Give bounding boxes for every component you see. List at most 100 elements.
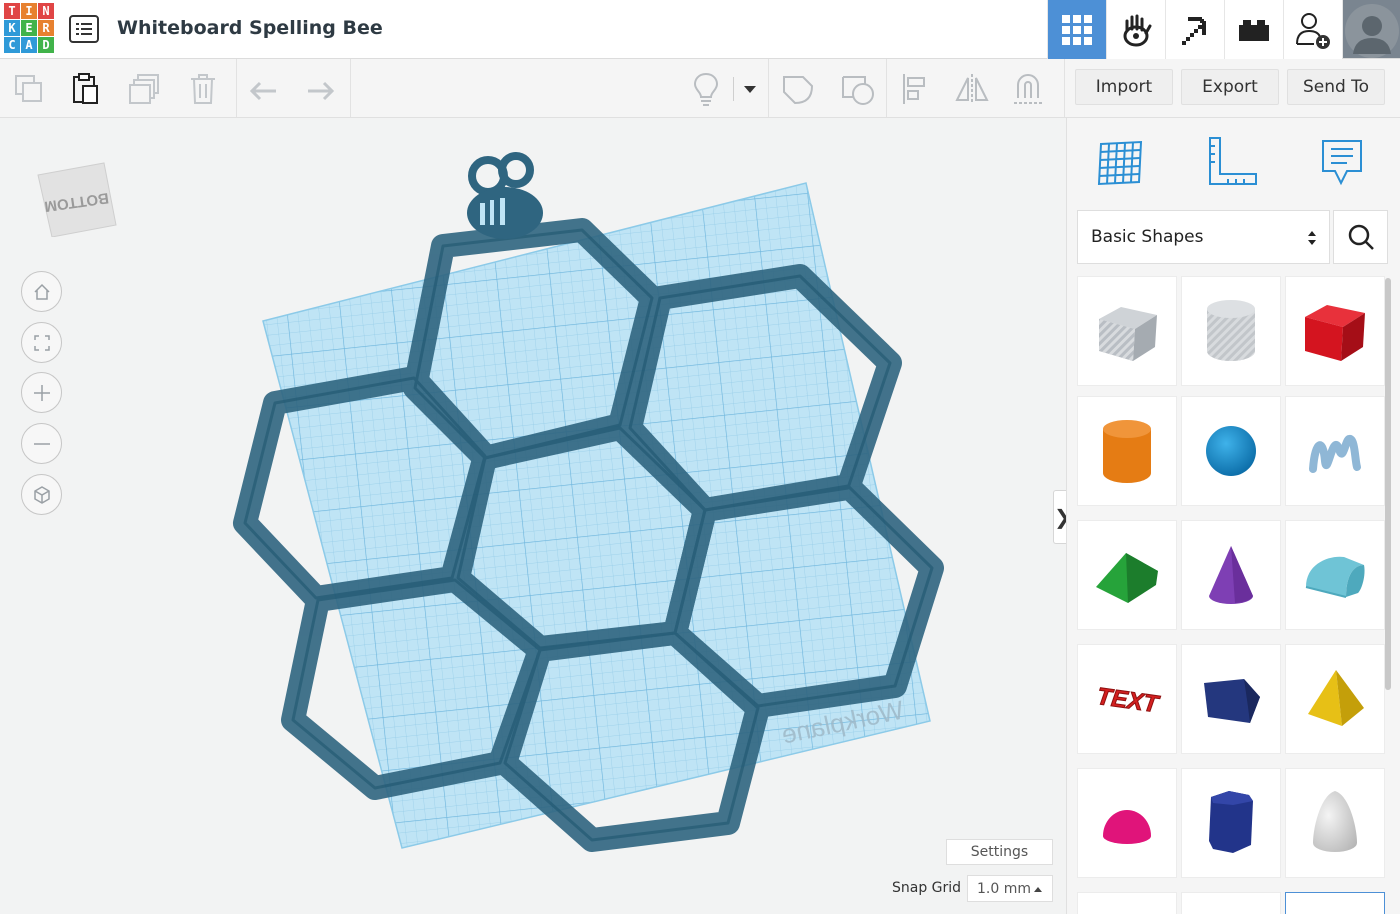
edit-toolbar: Import Export Send To bbox=[0, 59, 1400, 118]
trash-icon bbox=[191, 74, 215, 104]
shape-polygon[interactable] bbox=[1181, 644, 1281, 754]
settings-button[interactable]: Settings bbox=[946, 839, 1053, 865]
shape-sphere[interactable] bbox=[1181, 396, 1281, 506]
shapes-panel: Basic Shapes TEXT bbox=[1066, 118, 1400, 914]
round-roof-icon bbox=[1305, 556, 1365, 598]
duplicate-icon bbox=[129, 74, 159, 104]
shape-hexagonal-prism[interactable] bbox=[1181, 768, 1281, 878]
minecraft-button[interactable] bbox=[1165, 0, 1224, 59]
shape-half-sphere[interactable] bbox=[1077, 768, 1177, 878]
paste-icon bbox=[73, 73, 98, 104]
shape-cylinder[interactable] bbox=[1077, 396, 1177, 506]
shape-box-hole[interactable] bbox=[1077, 276, 1177, 386]
zoom-out-button[interactable] bbox=[21, 423, 62, 464]
grid-icon bbox=[1062, 14, 1092, 45]
undo-button[interactable] bbox=[244, 69, 284, 109]
panel-scrollbar[interactable] bbox=[1385, 278, 1391, 690]
home-view-button[interactable] bbox=[21, 271, 62, 312]
circuits-button[interactable] bbox=[1106, 0, 1165, 59]
shape-roof[interactable] bbox=[1077, 520, 1177, 630]
shape-box[interactable] bbox=[1285, 276, 1385, 386]
shape-search-button[interactable] bbox=[1333, 210, 1388, 264]
export-button[interactable]: Export bbox=[1181, 69, 1279, 105]
pickaxe-icon bbox=[1182, 16, 1206, 45]
caret-up-icon bbox=[1034, 887, 1042, 892]
avatar-icon bbox=[1344, 4, 1399, 58]
perspective-button[interactable] bbox=[21, 474, 62, 515]
ungroup-button[interactable] bbox=[838, 69, 878, 109]
shape-scribble[interactable] bbox=[1285, 396, 1385, 506]
workplane[interactable] bbox=[262, 182, 931, 849]
project-title[interactable]: Whiteboard Spelling Bee bbox=[117, 17, 383, 39]
shape-text[interactable]: TEXT bbox=[1077, 644, 1177, 754]
workplane-grid-icon bbox=[1097, 140, 1143, 186]
cube-icon bbox=[33, 485, 50, 504]
redo-icon bbox=[308, 81, 335, 101]
workplane-tab[interactable] bbox=[1087, 130, 1151, 194]
align-icon bbox=[903, 74, 925, 104]
magnet-icon bbox=[1014, 74, 1042, 104]
shape-paraboloid[interactable] bbox=[1285, 768, 1385, 878]
cruise-button[interactable] bbox=[1008, 69, 1048, 109]
scribble-icon bbox=[1309, 435, 1361, 473]
shape-cylinder-hole[interactable] bbox=[1181, 276, 1281, 386]
mirror-button[interactable] bbox=[952, 69, 992, 109]
home-icon bbox=[33, 283, 50, 300]
3d-viewport[interactable]: Workplane BOTTOM Settings Snap Grid 1.0 … bbox=[0, 118, 1066, 914]
minus-icon bbox=[33, 442, 50, 445]
undo-icon bbox=[249, 81, 276, 101]
paraboloid-icon bbox=[1313, 791, 1357, 852]
shape-pyramid[interactable] bbox=[1285, 644, 1385, 754]
cone-icon bbox=[1209, 546, 1253, 604]
align-button[interactable] bbox=[895, 69, 935, 109]
fit-view-button[interactable] bbox=[21, 322, 62, 363]
shape-cone[interactable] bbox=[1181, 520, 1281, 630]
paste-button[interactable] bbox=[65, 69, 105, 109]
import-button[interactable]: Import bbox=[1075, 69, 1173, 105]
collapse-panel-button[interactable]: ❯ bbox=[1053, 490, 1066, 544]
delete-button[interactable] bbox=[183, 69, 223, 109]
shape-round-roof[interactable] bbox=[1285, 520, 1385, 630]
snap-grid-label: Snap Grid bbox=[892, 880, 962, 896]
redo-button[interactable] bbox=[300, 69, 340, 109]
design-list-button[interactable] bbox=[69, 15, 99, 43]
snap-grid-select[interactable]: 1.0 mm bbox=[967, 875, 1053, 902]
shape-category-value: Basic Shapes bbox=[1091, 227, 1204, 247]
send-to-button[interactable]: Send To bbox=[1287, 69, 1385, 105]
plus-icon bbox=[33, 384, 50, 401]
notes-tab[interactable] bbox=[1310, 130, 1374, 194]
zoom-in-button[interactable] bbox=[21, 372, 62, 413]
view-cube[interactable]: BOTTOM bbox=[34, 153, 118, 237]
comment-icon bbox=[1322, 140, 1362, 186]
box-hole-icon bbox=[1099, 307, 1157, 361]
duplicate-button[interactable] bbox=[125, 69, 165, 109]
workplane-scene[interactable]: Workplane bbox=[0, 118, 1066, 914]
hand-icon bbox=[1123, 14, 1152, 46]
shape-row-partial-3[interactable] bbox=[1285, 892, 1385, 914]
ungroup-icon bbox=[842, 76, 874, 105]
lightbulb-icon bbox=[693, 72, 719, 106]
notes-button[interactable] bbox=[686, 69, 726, 109]
bee-charm[interactable] bbox=[467, 152, 543, 239]
cylinder-hole-icon bbox=[1207, 300, 1255, 361]
snap-grid-value: 1.0 mm bbox=[977, 880, 1031, 897]
tinkercad-logo[interactable]: T I N K E R C A D bbox=[4, 3, 55, 55]
roof-icon bbox=[1096, 553, 1158, 603]
invite-user-button[interactable] bbox=[1283, 0, 1342, 59]
shape-row-partial-2[interactable] bbox=[1181, 892, 1281, 914]
pyramid-icon bbox=[1308, 670, 1364, 726]
ruler-tab[interactable] bbox=[1200, 130, 1264, 194]
copy-button[interactable] bbox=[9, 69, 49, 109]
notes-dropdown-button[interactable] bbox=[730, 69, 770, 109]
bricks-button[interactable] bbox=[1224, 0, 1283, 59]
3d-design-button[interactable] bbox=[1047, 0, 1106, 59]
user-avatar[interactable] bbox=[1342, 0, 1400, 58]
text-shape-glyph: TEXT bbox=[1095, 683, 1162, 719]
sphere-icon bbox=[1206, 426, 1256, 476]
top-bar: T I N K E R C A D Whiteboard Spelling Be… bbox=[0, 0, 1400, 59]
shape-row-partial-1[interactable] bbox=[1077, 892, 1177, 914]
caret-down-icon bbox=[744, 86, 756, 93]
sort-arrows-icon bbox=[1308, 231, 1316, 245]
group-button[interactable] bbox=[778, 69, 818, 109]
shape-category-select[interactable]: Basic Shapes bbox=[1077, 210, 1330, 264]
